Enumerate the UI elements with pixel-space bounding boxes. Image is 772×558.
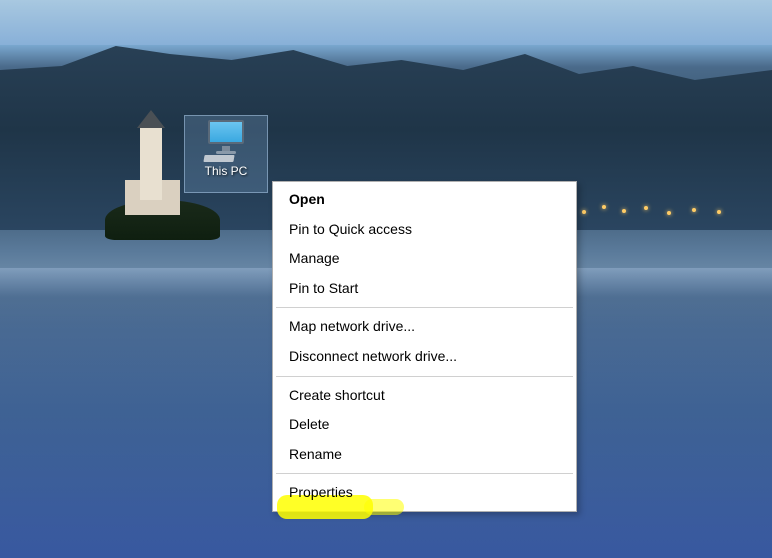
menu-item-map-network-drive[interactable]: Map network drive... [275,312,574,342]
menu-item-disconnect-network-drive[interactable]: Disconnect network drive... [275,342,574,372]
menu-item-create-shortcut[interactable]: Create shortcut [275,381,574,411]
menu-item-pin-quick-access[interactable]: Pin to Quick access [275,215,574,245]
context-menu: Open Pin to Quick access Manage Pin to S… [272,181,577,512]
desktop-icon-label: This PC [205,164,248,178]
menu-item-pin-start[interactable]: Pin to Start [275,274,574,304]
this-pc-desktop-icon[interactable]: This PC [184,115,268,193]
menu-item-rename[interactable]: Rename [275,440,574,470]
menu-item-delete[interactable]: Delete [275,410,574,440]
desktop-background: This PC Open Pin to Quick access Manage … [0,0,772,558]
menu-item-open[interactable]: Open [275,185,574,215]
lights-decoration [552,195,752,225]
sky-decoration [0,0,772,45]
computer-icon [202,118,250,162]
menu-item-properties[interactable]: Properties [275,478,574,508]
menu-divider [276,307,573,308]
menu-divider [276,473,573,474]
menu-divider [276,376,573,377]
menu-item-manage[interactable]: Manage [275,244,574,274]
